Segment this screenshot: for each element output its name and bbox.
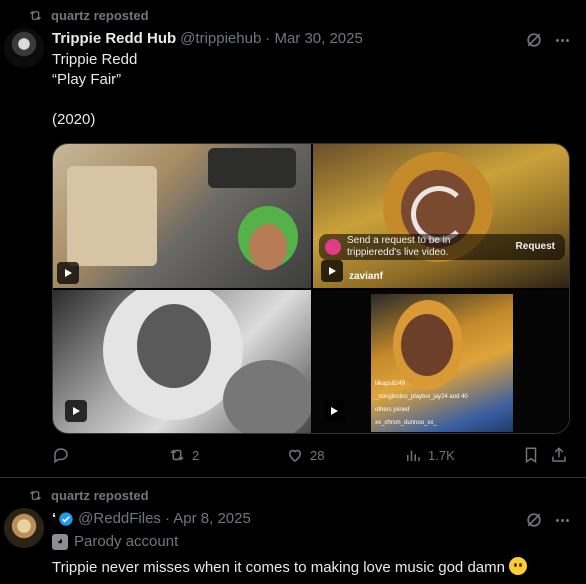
handle[interactable]: @ReddFiles (78, 510, 161, 527)
grok-icon[interactable] (524, 510, 544, 530)
post-header: ‘ @ReddFiles · Apr 8, 2025 (52, 510, 251, 527)
post-date[interactable]: · Mar 30, 2025 (265, 30, 363, 47)
live-comment: lilkaps8249 (375, 381, 406, 387)
parody-mask-icon: ◕ (52, 533, 68, 550)
live-comment: _oonglooloo_playboi_jay24 and 40 (375, 394, 468, 400)
video-thumbnail-4[interactable]: lilkaps8249 _oonglooloo_playboi_jay24 an… (313, 290, 569, 433)
post-1[interactable]: quartz reposted Trippie Redd Hub @trippi… (0, 0, 586, 478)
post-text-content: Trippie never misses when it comes to ma… (52, 559, 505, 576)
post-text: Trippie never misses when it comes to ma… (52, 557, 527, 578)
video-thumbnail-3[interactable] (53, 290, 311, 433)
video-thumbnail-2[interactable]: Send a request to be in trippieredd's li… (313, 144, 569, 288)
view-count: 1.7K (428, 447, 455, 463)
live-comments: lilkaps8249 _oonglooloo_playboi_jay24 an… (375, 378, 468, 430)
views-button[interactable]: 1.7K (404, 446, 455, 464)
play-icon[interactable] (323, 400, 345, 422)
pleading-face-emoji (508, 557, 527, 575)
like-count: 28 (310, 447, 325, 463)
post-date[interactable]: · Apr 8, 2025 (165, 510, 251, 527)
repost-label[interactable]: quartz reposted (51, 8, 149, 23)
repost-icon (30, 10, 41, 21)
views-icon (407, 450, 420, 461)
share-button[interactable] (550, 446, 568, 464)
reply-icon (54, 448, 68, 464)
like-icon (288, 449, 302, 462)
post-text-line: “Play Fair” (52, 71, 122, 88)
live-comment: xx_chrsm_dunnoo_xx_ (375, 420, 437, 426)
parody-badge: ◕ Parody account (52, 533, 178, 550)
reply-button[interactable] (52, 446, 76, 464)
avatar[interactable] (4, 28, 44, 68)
share-icon (552, 447, 566, 462)
repost-button[interactable]: 2 (168, 446, 199, 464)
handle[interactable]: @trippiehub (180, 30, 261, 47)
avatar[interactable] (4, 508, 44, 548)
play-icon[interactable] (65, 400, 87, 422)
verified-icon (59, 511, 73, 526)
parody-label: Parody account (74, 533, 179, 550)
live-request-banner[interactable]: Send a request to be in trippieredd's li… (319, 234, 565, 260)
repost-icon (170, 449, 184, 461)
media-grid[interactable]: Send a request to be in trippieredd's li… (52, 143, 570, 434)
post-text-line: Trippie Redd (52, 51, 138, 68)
display-name[interactable]: Trippie Redd Hub (52, 30, 176, 47)
play-icon[interactable] (321, 260, 343, 282)
bookmark-icon (525, 447, 537, 464)
repost-indicator: quartz reposted (28, 8, 149, 23)
video-thumbnail-1[interactable] (53, 144, 311, 288)
play-icon[interactable] (57, 262, 79, 284)
post-header: Trippie Redd Hub @trippiehub · Mar 30, 2… (52, 30, 363, 47)
repost-indicator: quartz reposted (28, 488, 149, 503)
post-text-line: (2020) (52, 111, 96, 128)
live-username: zavianf (349, 271, 383, 282)
display-name[interactable]: ‘ (52, 510, 56, 527)
grok-icon[interactable] (524, 30, 544, 50)
more-icon[interactable] (552, 510, 572, 530)
more-icon[interactable] (552, 30, 572, 50)
action-bar: 2 28 1.7K (52, 446, 582, 470)
repost-label[interactable]: quartz reposted (51, 488, 149, 503)
live-comment: others joined (375, 407, 410, 413)
like-button[interactable]: 28 (286, 446, 324, 464)
repost-icon (30, 490, 41, 501)
live-request-button[interactable]: Request (516, 241, 555, 253)
live-prompt: Send a request to be in trippieredd's li… (347, 235, 451, 258)
bookmark-button[interactable] (522, 446, 540, 464)
repost-count: 2 (192, 447, 200, 463)
